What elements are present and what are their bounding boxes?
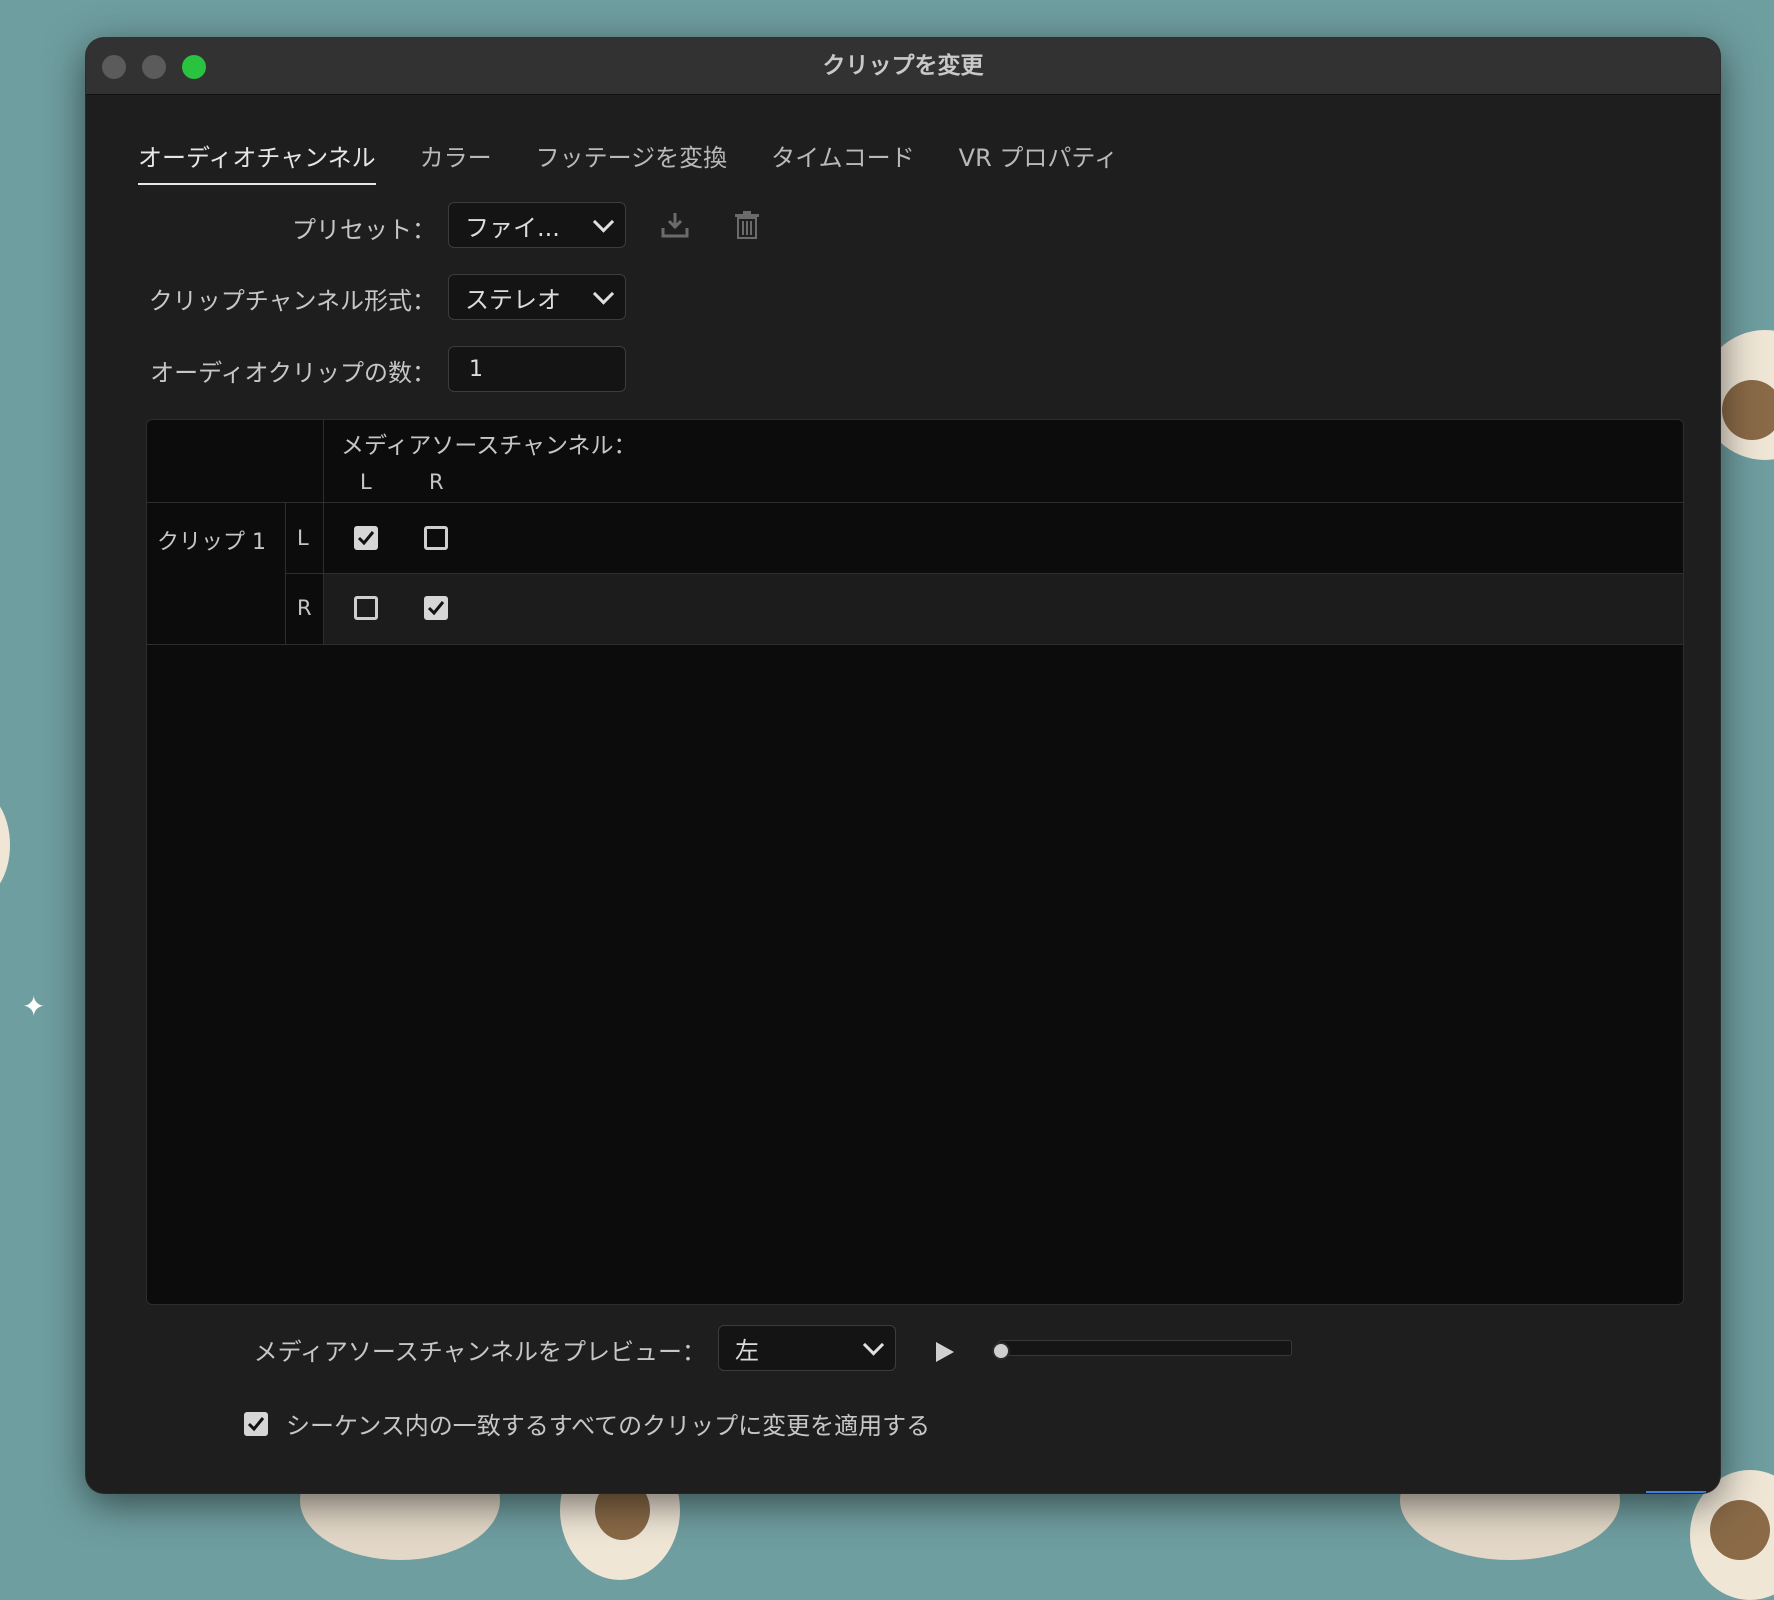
preview-slider[interactable] <box>998 1340 1292 1356</box>
preview-channel-dropdown[interactable]: 左 <box>718 1325 896 1371</box>
preset-label: プリセット： <box>292 216 436 244</box>
matrix-checkbox-l-l[interactable] <box>354 526 378 550</box>
tab-interpret-footage[interactable]: フッテージを変換 <box>536 138 728 185</box>
source-channels-header: メディアソースチャンネル： <box>341 433 637 459</box>
matrix-checkbox-l-r[interactable] <box>424 526 448 550</box>
matrix-checkbox-r-l[interactable] <box>354 596 378 620</box>
delete-preset-button[interactable] <box>734 210 760 244</box>
chevron-down-icon <box>592 283 615 305</box>
preset-dropdown[interactable]: ファイ... <box>448 202 626 248</box>
tab-timecode[interactable]: タイムコード <box>771 138 915 185</box>
trash-icon <box>735 211 759 239</box>
wallpaper-decoration <box>1722 380 1774 440</box>
sparkle-icon: ✦ <box>22 990 46 1023</box>
checkmark-icon <box>427 601 445 616</box>
channel-format-dropdown[interactable]: ステレオ <box>448 274 626 320</box>
wallpaper-decoration <box>0 790 10 900</box>
clip-count-field[interactable]: 1 <box>448 346 626 392</box>
clip-channel-l: L <box>297 526 309 550</box>
clip-channel-r: R <box>297 596 312 620</box>
matrix-checkbox-r-r[interactable] <box>424 596 448 620</box>
wallpaper-decoration <box>1710 1500 1770 1560</box>
tab-bar: オーディオチャンネル カラー フッテージを変換 タイムコード VR プロパティ <box>138 138 1162 185</box>
channel-matrix: メディアソースチャンネル： L R クリップ 1 L R <box>146 419 1684 1305</box>
clip-label: クリップ 1 <box>157 530 266 555</box>
play-icon[interactable] <box>936 1342 954 1362</box>
title-bar: クリップを変更 <box>86 38 1720 95</box>
tab-audio-channels[interactable]: オーディオチャンネル <box>138 138 376 185</box>
save-preset-icon <box>661 213 689 238</box>
checkmark-icon <box>357 531 375 546</box>
tab-vr-properties[interactable]: VR プロパティ <box>959 138 1118 185</box>
chevron-down-icon <box>862 1334 885 1356</box>
window-title: クリップを変更 <box>822 53 984 79</box>
preview-channel-value: 左 <box>735 1336 759 1365</box>
source-channel-l: L <box>360 470 372 494</box>
channel-format-value: ステレオ <box>465 285 561 314</box>
preview-slider-handle[interactable] <box>992 1342 1010 1360</box>
checkmark-icon <box>247 1417 265 1432</box>
clip-count-value: 1 <box>469 356 483 382</box>
tab-color[interactable]: カラー <box>420 138 492 185</box>
apply-all-label: シーケンス内の一致するすべてのクリップに変更を適用する <box>286 1412 931 1440</box>
preview-label: メディアソースチャンネルをプレビュー： <box>253 1338 706 1366</box>
chevron-down-icon <box>592 211 615 233</box>
apply-all-checkbox[interactable] <box>244 1412 268 1436</box>
modify-clip-dialog: クリップを変更 オーディオチャンネル カラー フッテージを変換 タイムコード V… <box>86 38 1720 1493</box>
save-preset-button[interactable] <box>660 210 690 244</box>
clip-count-label: オーディオクリップの数： <box>150 359 436 387</box>
window-accent <box>1646 1491 1706 1493</box>
matrix-row-highlight <box>323 574 1683 644</box>
source-channel-r: R <box>429 470 444 494</box>
channel-format-label: クリップチャンネル形式： <box>148 287 436 315</box>
preset-value: ファイ... <box>465 213 560 242</box>
